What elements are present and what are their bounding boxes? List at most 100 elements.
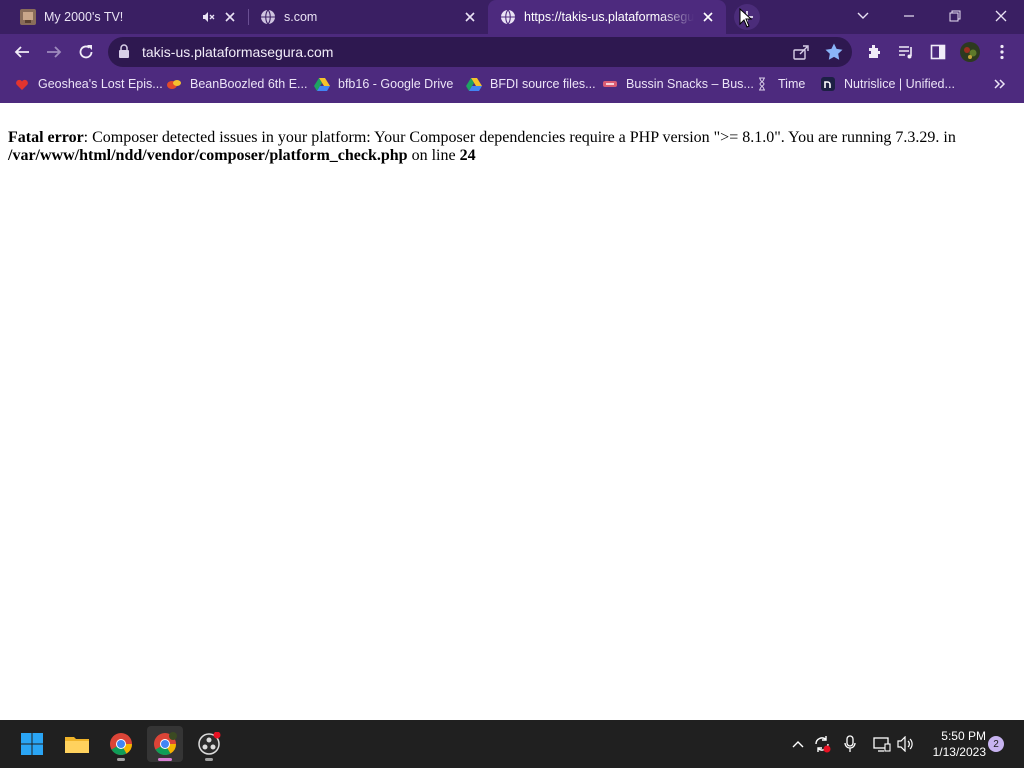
bookmarks-overflow-button[interactable]: [994, 75, 1006, 93]
error-message: : Composer detected issues in your platf…: [83, 129, 956, 146]
system-clock[interactable]: 5:50 PM 1/13/2023: [920, 728, 986, 760]
media-control-icon[interactable]: [896, 42, 916, 62]
tv-thumbnail-icon: [20, 9, 36, 25]
profile-avatar[interactable]: [958, 40, 982, 64]
close-tab-icon[interactable]: [700, 9, 716, 25]
snack-icon: [602, 76, 618, 92]
close-tab-icon[interactable]: [462, 9, 478, 25]
windows-taskbar: 5:50 PM 1/13/2023: [0, 720, 1024, 768]
tab-search-button[interactable]: [840, 0, 886, 32]
chrome-taskbar-button[interactable]: [103, 726, 139, 762]
google-drive-icon: [466, 76, 482, 92]
bookmark-label: Time: [778, 77, 806, 91]
back-button[interactable]: [8, 38, 36, 66]
arrow-left-icon: [14, 46, 29, 58]
tab-title: https://takis-us.plataformasegura: [524, 10, 694, 24]
file-explorer-icon: [65, 737, 89, 753]
mouse-cursor-icon: [739, 7, 753, 33]
minimize-icon: [904, 15, 914, 17]
sync-tray-icon[interactable]: [812, 734, 832, 754]
notification-badge[interactable]: 2: [988, 736, 1004, 752]
google-drive-icon: [314, 76, 330, 92]
page-content: Fatal error: Composer detected issues in…: [0, 103, 1024, 720]
forward-button[interactable]: [40, 38, 68, 66]
error-path: /var/www/html/ndd/vendor/composer/platfo…: [8, 147, 408, 164]
tab-s-com[interactable]: s.com: [248, 0, 488, 34]
bookmark-label: Geoshea's Lost Epis...: [38, 77, 163, 91]
show-hidden-icons-button[interactable]: [788, 734, 808, 754]
error-label: Fatal error: [8, 129, 84, 146]
nutrislice-icon: [820, 76, 836, 92]
tab-my-2000s-tv[interactable]: My 2000's TV!: [8, 0, 248, 34]
network-tray-icon[interactable]: [872, 734, 892, 754]
tab-strip: My 2000's TV! s.com https://takis-us.pla…: [0, 0, 1024, 34]
volume-tray-icon[interactable]: [896, 734, 916, 754]
address-bar[interactable]: takis-us.plataformasegura.com: [108, 37, 852, 67]
restore-icon: [949, 10, 961, 22]
bookmark-star-icon[interactable]: [824, 42, 844, 67]
bookmark-label: BeanBoozled 6th E...: [190, 77, 308, 91]
extensions-icon[interactable]: [864, 42, 884, 62]
obs-icon: [198, 732, 221, 755]
bookmark-bfb16[interactable]: bfb16 - Google Drive: [314, 75, 453, 93]
chevron-up-icon: [792, 741, 804, 748]
speaker-muted-icon[interactable]: [200, 9, 216, 25]
microphone-tray-icon[interactable]: [840, 734, 860, 754]
bookmark-nutrislice[interactable]: Nutrislice | Unified...: [820, 75, 955, 93]
error-line-number: 24: [459, 147, 476, 164]
bookmark-label: Nutrislice | Unified...: [844, 77, 955, 91]
browser-frame: My 2000's TV! s.com https://takis-us.pla…: [0, 0, 1024, 103]
active-indicator: [158, 758, 172, 761]
bookmark-label: BFDI source files...: [490, 77, 596, 91]
jellybean-icon: [166, 76, 182, 92]
restore-button[interactable]: [932, 0, 978, 32]
windows-start-icon: [21, 733, 43, 755]
clock-time: 5:50 PM: [941, 729, 986, 743]
chrome-profile-taskbar-button[interactable]: [147, 726, 183, 762]
bookmark-label: Bussin Snacks – Bus...: [626, 77, 754, 91]
chrome-profile-icon: [154, 732, 177, 755]
bookmark-time[interactable]: Time: [754, 75, 805, 93]
share-icon[interactable]: [792, 43, 810, 66]
start-button[interactable]: [14, 726, 50, 762]
bookmark-bfdi-source[interactable]: BFDI source files...: [466, 75, 596, 93]
menu-icon[interactable]: [992, 42, 1012, 62]
side-panel-icon[interactable]: [928, 42, 948, 62]
bookmark-label: bfb16 - Google Drive: [338, 77, 454, 91]
running-indicator: [205, 758, 213, 761]
sync-icon: [815, 736, 831, 753]
globe-icon: [260, 9, 276, 25]
tab-title: s.com: [284, 10, 318, 24]
speaker-icon: [897, 736, 913, 752]
running-indicator: [117, 758, 125, 761]
tab-title: My 2000's TV!: [44, 10, 124, 24]
chrome-icon: [110, 733, 132, 755]
file-explorer-button[interactable]: [59, 726, 95, 762]
chevron-double-right-icon: [994, 79, 1006, 89]
globe-icon: [500, 9, 516, 25]
reload-icon: [79, 45, 93, 59]
tab-takis-active[interactable]: https://takis-us.plataformasegura: [488, 0, 726, 34]
bookmark-beanboozled[interactable]: BeanBoozled 6th E...: [166, 75, 307, 93]
browser-toolbar: takis-us.plataformasegura.com: [0, 34, 1024, 70]
lock-icon[interactable]: [118, 44, 130, 63]
microphone-icon: [844, 735, 856, 752]
obs-taskbar-button[interactable]: [191, 726, 227, 762]
clock-date: 1/13/2023: [932, 745, 986, 759]
bookmark-bussin-snacks[interactable]: Bussin Snacks – Bus...: [602, 75, 754, 93]
chevron-down-icon: [857, 12, 869, 19]
time-icon: [754, 76, 770, 92]
arrow-right-icon: [47, 46, 62, 58]
network-icon: [873, 737, 891, 752]
red-heart-icon: [14, 76, 30, 92]
php-error-message: Fatal error: Composer detected issues in…: [8, 129, 1008, 165]
bookmarks-bar: Geoshea's Lost Epis... BeanBoozled 6th E…: [0, 70, 1024, 98]
address-text[interactable]: takis-us.plataformasegura.com: [142, 44, 333, 60]
reload-button[interactable]: [72, 38, 100, 66]
close-tab-icon[interactable]: [222, 9, 238, 25]
close-icon: [995, 10, 1007, 22]
bookmark-geoshea[interactable]: Geoshea's Lost Epis...: [14, 75, 163, 93]
minimize-button[interactable]: [886, 0, 932, 32]
close-window-button[interactable]: [978, 0, 1024, 32]
on-line-text: on line: [407, 147, 460, 164]
